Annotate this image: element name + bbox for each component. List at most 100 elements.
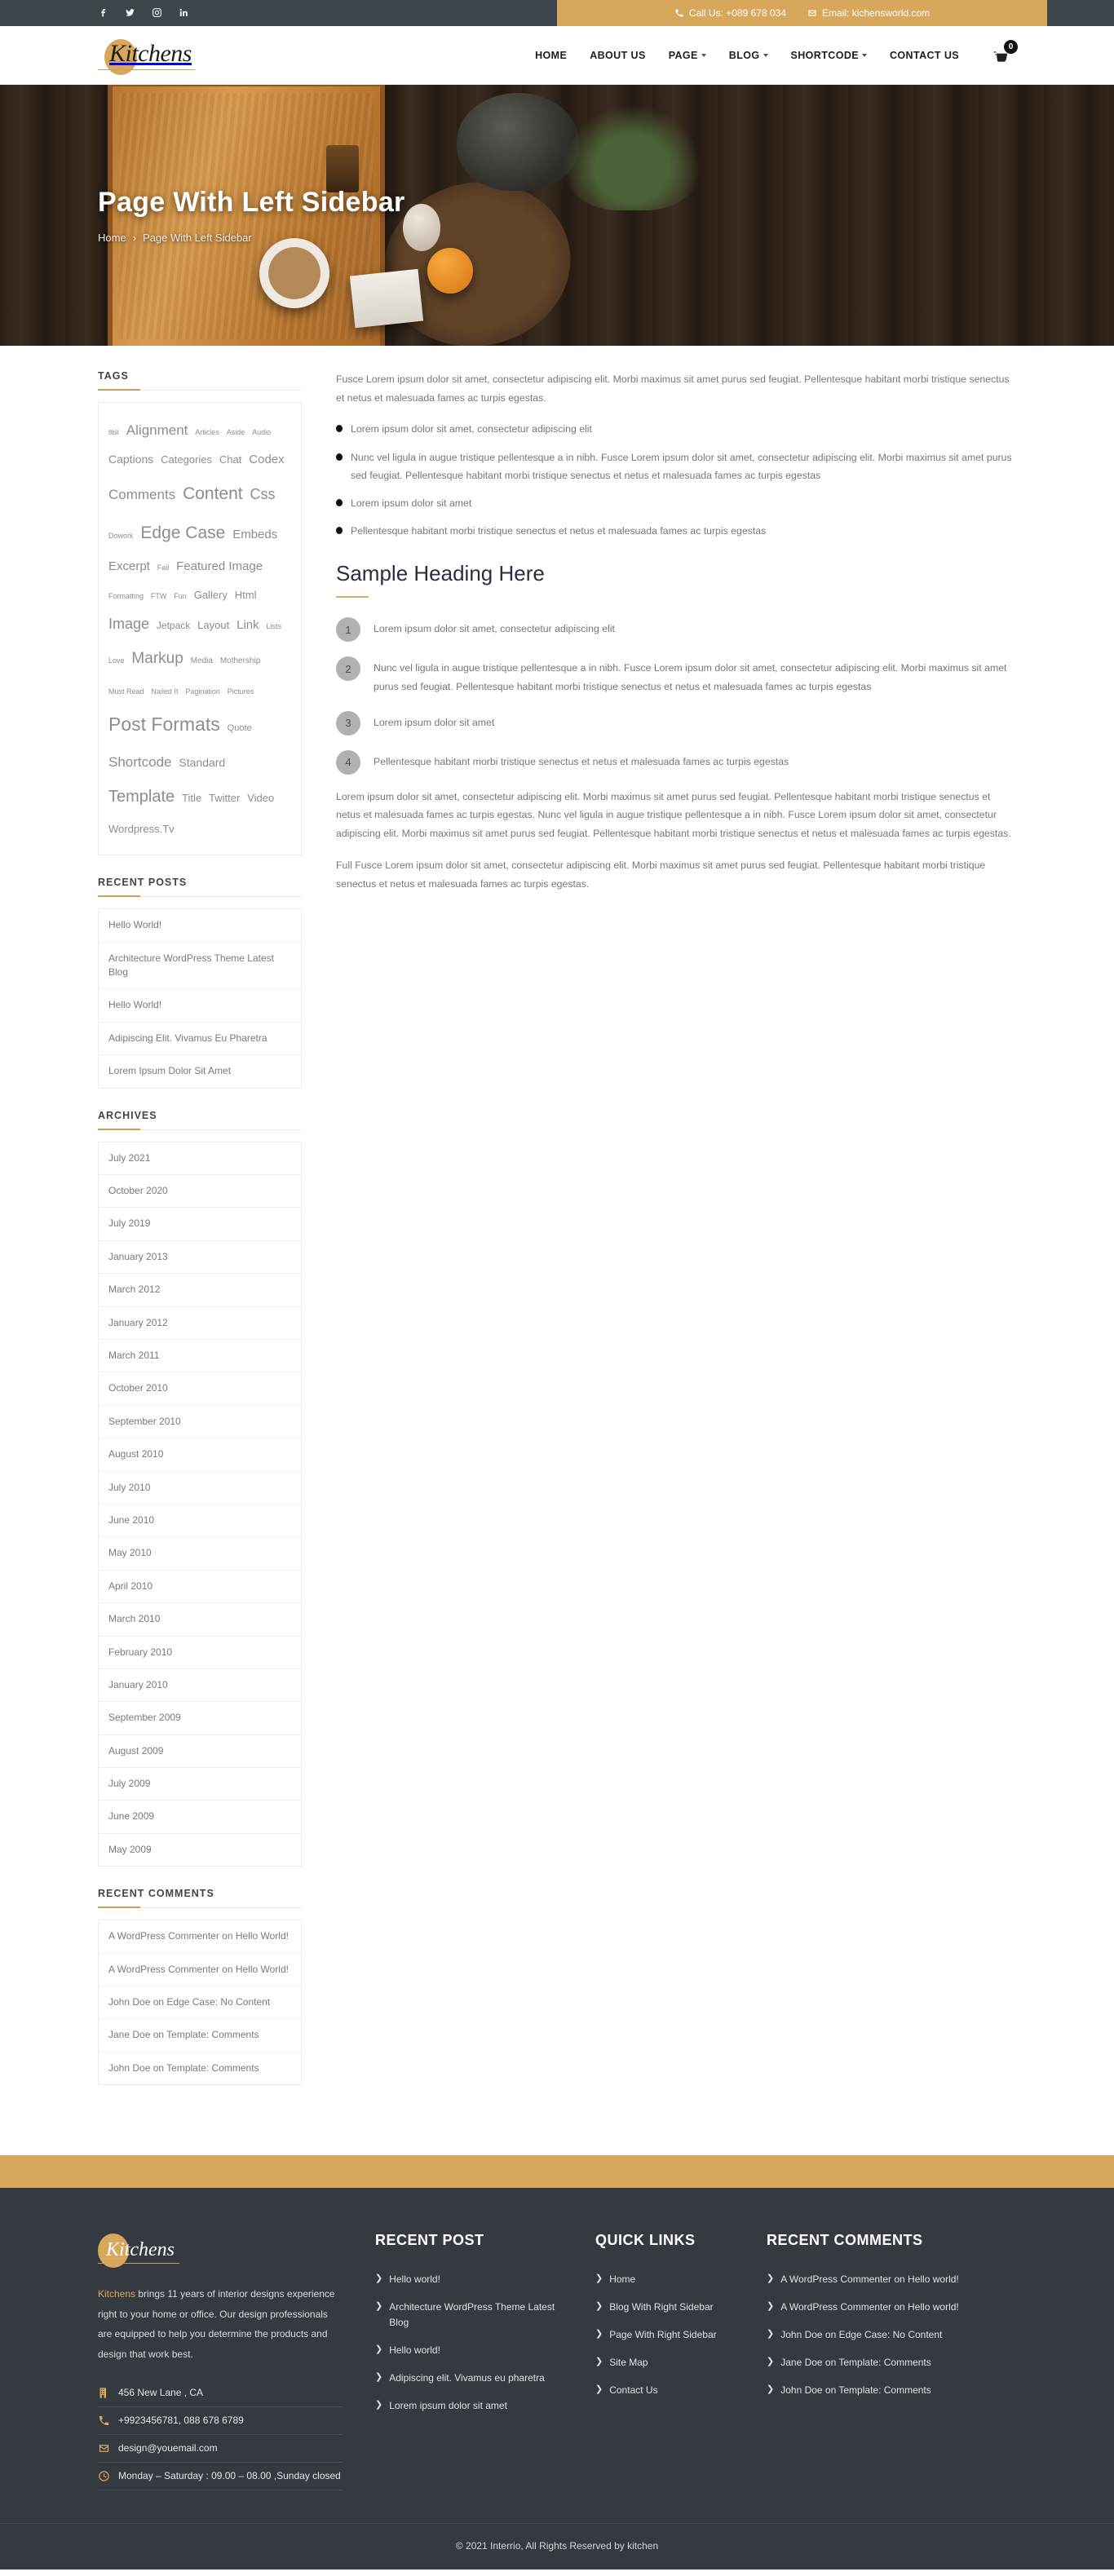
tag-link[interactable]: Featured Image — [176, 559, 263, 573]
footer-recent-post-item[interactable]: ❯ Hello world! — [375, 2272, 563, 2287]
tag-link[interactable]: Edge Case — [140, 524, 225, 542]
tag-link[interactable]: Lists — [267, 622, 282, 630]
archive-item[interactable]: January 2012 — [99, 1307, 301, 1340]
footer-quick-link-item[interactable]: ❯ Contact Us — [595, 2383, 734, 2398]
footer-recent-comment-item[interactable]: ❯ Jane Doe on Template: Comments — [767, 2355, 1016, 2371]
tag-link[interactable]: Embeds — [232, 528, 277, 541]
recent-post-item[interactable]: Hello World! — [99, 989, 301, 1023]
tag-link[interactable]: Dowork — [108, 532, 134, 540]
tag-link[interactable]: Markup — [131, 650, 183, 667]
recent-comment-item[interactable]: John Doe on Edge Case: No Content — [99, 1986, 301, 2020]
archive-item[interactable]: May 2009 — [99, 1834, 301, 1866]
breadcrumb-home-link[interactable]: Home — [98, 232, 126, 244]
tag-link[interactable]: FTW — [151, 592, 167, 600]
recent-comment-item[interactable]: A WordPress Commenter on Hello World! — [99, 1920, 301, 1954]
tag-link[interactable]: Codex — [249, 453, 284, 466]
tag-link[interactable]: Jetpack — [157, 620, 190, 631]
tag-link[interactable]: Comments — [108, 487, 175, 502]
footer-recent-comment-item[interactable]: ❯ A WordPress Commenter on Hello world! — [767, 2300, 1016, 2315]
nav-item-blog[interactable]: BLOG — [729, 50, 768, 61]
topbar-email[interactable]: Email: kichensworld.com — [807, 7, 930, 19]
tag-link[interactable]: Audio — [252, 428, 271, 436]
archive-item[interactable]: March 2011 — [99, 1340, 301, 1373]
tag-link[interactable]: 8bit — [108, 429, 119, 436]
tag-link[interactable]: Content — [183, 484, 243, 503]
archive-item[interactable]: June 2009 — [99, 1801, 301, 1834]
tag-link[interactable]: Template — [108, 788, 175, 806]
tag-link[interactable]: Quote — [228, 723, 252, 733]
recent-post-item[interactable]: Adipiscing Elit. Vivamus Eu Pharetra — [99, 1023, 301, 1056]
tag-link[interactable]: Layout — [197, 619, 229, 631]
nav-item-about-us[interactable]: ABOUT US — [590, 50, 645, 61]
archive-item[interactable]: February 2010 — [99, 1637, 301, 1669]
tag-link[interactable]: Twitter — [209, 792, 240, 804]
recent-post-item[interactable]: Lorem Ipsum Dolor Sit Amet — [99, 1055, 301, 1087]
tag-link[interactable]: Mothership — [220, 656, 260, 665]
archive-item[interactable]: October 2010 — [99, 1372, 301, 1406]
tag-link[interactable]: Alignment — [126, 422, 188, 438]
tag-link[interactable]: Image — [108, 616, 149, 632]
tag-link[interactable]: Html — [235, 589, 257, 601]
archive-item[interactable]: October 2020 — [99, 1175, 301, 1208]
tag-link[interactable]: Shortcode — [108, 754, 172, 770]
archive-item[interactable]: July 2021 — [99, 1142, 301, 1176]
topbar-phone[interactable]: Call Us: +089 678 034 — [674, 7, 786, 19]
tag-link[interactable]: Css — [250, 486, 276, 502]
archive-item[interactable]: January 2010 — [99, 1669, 301, 1703]
nav-item-home[interactable]: HOME — [535, 50, 567, 61]
nav-item-shortcode[interactable]: SHORTCODE — [791, 50, 867, 61]
nav-item-page[interactable]: PAGE — [669, 50, 706, 61]
tag-link[interactable]: Media — [191, 656, 213, 665]
footer-recent-post-item[interactable]: ❯ Lorem ipsum dolor sit amet — [375, 2398, 563, 2414]
tag-link[interactable]: Categories — [161, 453, 212, 466]
tag-link[interactable]: Formatting — [108, 592, 144, 600]
archive-item[interactable]: March 2012 — [99, 1274, 301, 1307]
tag-link[interactable]: Articles — [195, 428, 219, 436]
footer-quick-link-item[interactable]: ❯ Page With Right Sidebar — [595, 2327, 734, 2343]
tag-link[interactable]: Love — [108, 656, 125, 665]
archive-item[interactable]: June 2010 — [99, 1505, 301, 1538]
footer-quick-link-item[interactable]: ❯ Home — [595, 2272, 734, 2287]
facebook-icon[interactable] — [98, 7, 108, 20]
footer-quick-link-item[interactable]: ❯ Site Map — [595, 2355, 734, 2371]
archive-item[interactable]: July 2009 — [99, 1768, 301, 1801]
tag-link[interactable]: Fun — [174, 592, 187, 600]
footer-recent-comment-item[interactable]: ❯ A WordPress Commenter on Hello world! — [767, 2272, 1016, 2287]
footer-recent-post-item[interactable]: ❯ Architecture WordPress Theme Latest Blo… — [375, 2300, 563, 2331]
recent-comment-item[interactable]: Jane Doe on Template: Comments — [99, 2019, 301, 2052]
tag-link[interactable]: Pagination — [185, 687, 220, 696]
footer-logo[interactable]: Kitchens — [98, 2230, 179, 2273]
tag-link[interactable]: Aside — [227, 428, 245, 436]
footer-quick-link-item[interactable]: ❯ Blog With Right Sidebar — [595, 2300, 734, 2315]
tag-link[interactable]: Pictures — [228, 687, 254, 696]
recent-comment-item[interactable]: A WordPress Commenter on Hello World! — [99, 1954, 301, 1987]
archive-item[interactable]: January 2013 — [99, 1241, 301, 1275]
instagram-icon[interactable] — [152, 7, 162, 20]
twitter-icon[interactable] — [125, 7, 135, 20]
tag-link[interactable]: Nailed It — [151, 687, 178, 696]
tag-link[interactable]: Excerpt — [108, 559, 150, 573]
recent-comment-item[interactable]: John Doe on Template: Comments — [99, 2052, 301, 2084]
recent-post-item[interactable]: Hello World! — [99, 909, 301, 943]
tag-link[interactable]: Captions — [108, 453, 153, 466]
footer-recent-comment-item[interactable]: ❯ John Doe on Edge Case: No Content — [767, 2327, 1016, 2343]
tag-link[interactable]: Standard — [179, 756, 225, 769]
archive-item[interactable]: April 2010 — [99, 1571, 301, 1604]
site-logo[interactable]: Kitchens — [98, 26, 294, 85]
tag-link[interactable]: Chat — [219, 453, 241, 466]
archive-item[interactable]: May 2010 — [99, 1537, 301, 1571]
archive-item[interactable]: September 2010 — [99, 1406, 301, 1439]
tag-link[interactable]: Fail — [157, 563, 170, 572]
archive-item[interactable]: July 2010 — [99, 1472, 301, 1505]
tag-link[interactable]: Wordpress.Tv — [108, 823, 175, 835]
tag-link[interactable]: Must Read — [108, 687, 144, 696]
footer-recent-post-item[interactable]: ❯ Adipiscing elit. Vivamus eu pharetra — [375, 2371, 563, 2386]
archive-item[interactable]: July 2019 — [99, 1208, 301, 1241]
tag-link[interactable]: Title — [182, 792, 201, 804]
nav-item-contact-us[interactable]: CONTACT US — [890, 50, 959, 61]
archive-item[interactable]: March 2010 — [99, 1603, 301, 1637]
archive-item[interactable]: August 2009 — [99, 1735, 301, 1769]
recent-post-item[interactable]: Architecture WordPress Theme Latest Blog — [99, 943, 301, 990]
footer-recent-comment-item[interactable]: ❯ John Doe on Template: Comments — [767, 2383, 1016, 2398]
tag-link[interactable]: Gallery — [194, 589, 228, 601]
